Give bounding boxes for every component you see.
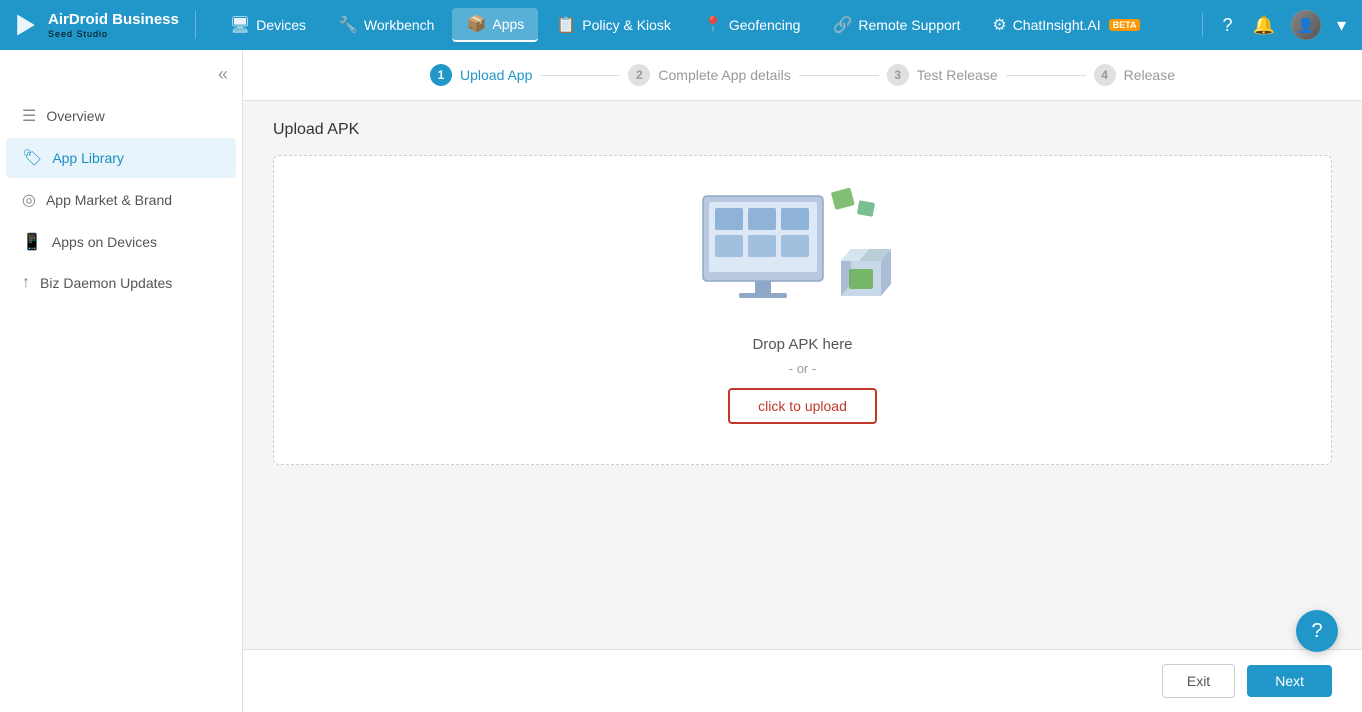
biz-daemon-icon: ↑ bbox=[22, 274, 30, 292]
sidebar-item-app-library[interactable]: 🏷 App Library bbox=[6, 138, 236, 178]
help-icon[interactable]: ? bbox=[1219, 11, 1237, 40]
geofencing-icon: 📍 bbox=[703, 15, 723, 35]
beta-badge: BETA bbox=[1109, 19, 1141, 31]
content-footer: Exit Next bbox=[243, 649, 1362, 712]
policy-icon: 📋 bbox=[556, 15, 576, 35]
sidebar-item-app-market[interactable]: ◎ App Market & Brand bbox=[6, 180, 236, 220]
devices-icon: 🖥 bbox=[230, 15, 250, 35]
app-library-icon: 🏷 bbox=[22, 148, 42, 168]
remote-support-icon: 🔗 bbox=[832, 15, 852, 35]
step-connector-1 bbox=[540, 75, 620, 76]
step-2: 2 Complete App details bbox=[628, 64, 790, 86]
apps-icon: 📦 bbox=[466, 14, 486, 34]
drop-text: Drop APK here bbox=[752, 336, 852, 353]
next-button[interactable]: Next bbox=[1247, 665, 1332, 697]
step-2-label: Complete App details bbox=[658, 67, 790, 83]
logo: AirDroid Business Seed Studio bbox=[12, 11, 196, 39]
workbench-icon: 🔧 bbox=[338, 15, 358, 35]
nav-item-chatinsight[interactable]: ⚙ ChatInsight.AI BETA bbox=[978, 9, 1154, 41]
content-area: 1 Upload App 2 Complete App details 3 Te… bbox=[243, 50, 1362, 712]
nav-item-apps[interactable]: 📦 Apps bbox=[452, 8, 538, 42]
nav-item-geofencing[interactable]: 📍 Geofencing bbox=[689, 9, 815, 41]
nav-items: 🖥 Devices 🔧 Workbench 📦 Apps 📋 Policy & … bbox=[216, 8, 1198, 42]
app-sub: Seed Studio bbox=[48, 29, 179, 39]
drop-or: - or - bbox=[789, 361, 816, 376]
nav-divider bbox=[1202, 13, 1203, 37]
upload-section: Upload APK bbox=[243, 101, 1362, 649]
nav-label-policy: Policy & Kiosk bbox=[582, 17, 671, 33]
step-connector-2 bbox=[799, 75, 879, 76]
main-layout: « ☰ Overview 🏷 App Library ◎ App Market … bbox=[0, 50, 1362, 712]
apps-on-devices-icon: 📱 bbox=[22, 232, 42, 252]
step-connector-3 bbox=[1006, 75, 1086, 76]
sidebar-label-apps-on-devices: Apps on Devices bbox=[52, 234, 157, 250]
step-3-circle: 3 bbox=[887, 64, 909, 86]
nav-item-devices[interactable]: 🖥 Devices bbox=[216, 9, 320, 41]
drop-illustration bbox=[673, 196, 933, 316]
sidebar-label-overview: Overview bbox=[46, 108, 104, 124]
step-3: 3 Test Release bbox=[887, 64, 998, 86]
nav-item-remote-support[interactable]: 🔗 Remote Support bbox=[818, 9, 974, 41]
exit-button[interactable]: Exit bbox=[1162, 664, 1235, 698]
help-fab-icon: ? bbox=[1311, 620, 1322, 643]
step-4-circle: 4 bbox=[1094, 64, 1116, 86]
sidebar: « ☰ Overview 🏷 App Library ◎ App Market … bbox=[0, 50, 243, 712]
nav-label-apps: Apps bbox=[492, 16, 524, 32]
avatar-image: 👤 bbox=[1291, 10, 1321, 40]
collapse-button[interactable]: « bbox=[212, 62, 234, 87]
nav-item-policy[interactable]: 📋 Policy & Kiosk bbox=[542, 9, 685, 41]
sidebar-item-overview[interactable]: ☰ Overview bbox=[6, 96, 236, 136]
nav-label-geofencing: Geofencing bbox=[729, 17, 801, 33]
step-1-circle: 1 bbox=[430, 64, 452, 86]
nav-right: ? 🔔 👤 ▾ bbox=[1198, 10, 1350, 40]
notifications-icon[interactable]: 🔔 bbox=[1249, 11, 1279, 40]
nav-label-chatinsight: ChatInsight.AI bbox=[1013, 17, 1101, 33]
chatinsight-icon: ⚙ bbox=[992, 15, 1006, 35]
step-2-circle: 2 bbox=[628, 64, 650, 86]
upload-button[interactable]: click to upload bbox=[728, 388, 877, 424]
step-4: 4 Release bbox=[1094, 64, 1175, 86]
top-navigation: AirDroid Business Seed Studio 🖥 Devices … bbox=[0, 0, 1362, 50]
stepper: 1 Upload App 2 Complete App details 3 Te… bbox=[243, 50, 1362, 101]
step-4-label: Release bbox=[1124, 67, 1175, 83]
step-1-label: Upload App bbox=[460, 67, 532, 83]
sidebar-label-app-library: App Library bbox=[52, 150, 124, 166]
sidebar-label-app-market: App Market & Brand bbox=[46, 192, 172, 208]
profile-chevron-icon[interactable]: ▾ bbox=[1333, 11, 1350, 40]
overview-icon: ☰ bbox=[22, 106, 36, 126]
app-name: AirDroid Business bbox=[48, 11, 179, 28]
sidebar-item-biz-daemon[interactable]: ↑ Biz Daemon Updates bbox=[6, 264, 236, 302]
nav-label-devices: Devices bbox=[256, 17, 306, 33]
nav-item-workbench[interactable]: 🔧 Workbench bbox=[324, 9, 448, 41]
sidebar-item-apps-on-devices[interactable]: 📱 Apps on Devices bbox=[6, 222, 236, 262]
upload-title: Upload APK bbox=[273, 121, 1332, 139]
help-fab-button[interactable]: ? bbox=[1296, 610, 1338, 652]
nav-label-remote-support: Remote Support bbox=[858, 17, 960, 33]
sidebar-collapse-area: « bbox=[0, 58, 242, 95]
upload-dropzone[interactable]: Drop APK here - or - click to upload bbox=[273, 155, 1332, 465]
step-3-label: Test Release bbox=[917, 67, 998, 83]
sidebar-label-biz-daemon: Biz Daemon Updates bbox=[40, 275, 172, 291]
avatar[interactable]: 👤 bbox=[1291, 10, 1321, 40]
step-1: 1 Upload App bbox=[430, 64, 532, 86]
app-market-icon: ◎ bbox=[22, 190, 36, 210]
nav-label-workbench: Workbench bbox=[364, 17, 435, 33]
